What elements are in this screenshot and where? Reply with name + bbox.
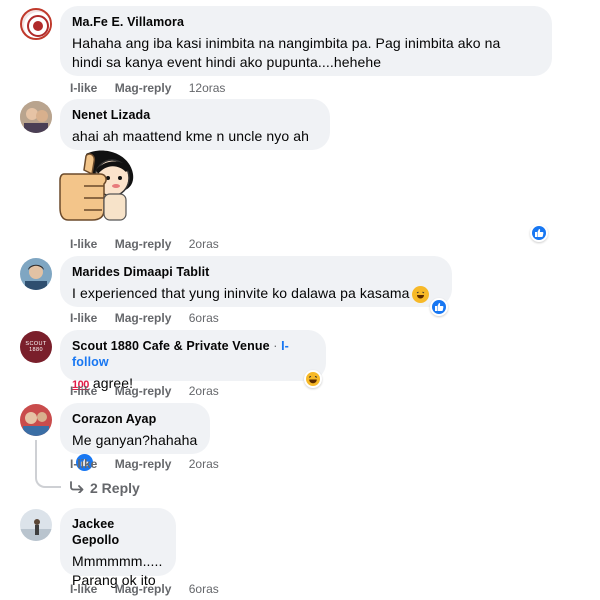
avatar-image — [20, 101, 52, 133]
comment-timestamp[interactable]: 2oras — [189, 237, 219, 251]
comment-bubble: Jackee Gepollo Mmmmmm..... Parang ok ito — [60, 508, 176, 588]
haha-reaction-icon[interactable] — [304, 370, 322, 388]
avatar[interactable] — [20, 509, 52, 541]
avatar-image — [20, 404, 52, 436]
comment-actions: I-like Mag-reply 12oras — [70, 80, 225, 96]
comment-text: I experienced that yung ininvite ko dala… — [72, 284, 440, 303]
like-button[interactable]: I-like — [70, 384, 97, 398]
thumbs-up-icon — [535, 229, 544, 237]
reply-button[interactable]: Mag-reply — [115, 311, 172, 325]
comment-text-line: Mmmmmm..... — [72, 553, 163, 569]
comment-bubble: Marides Dimaapi Tablit I experienced tha… — [60, 256, 452, 307]
like-reaction-icon[interactable] — [430, 298, 448, 316]
like-button[interactable]: I-like — [70, 81, 97, 95]
thread-connector — [35, 470, 61, 488]
comment-text-line: Hahaha ang iba kasi inimbita na nangimbi… — [72, 35, 501, 51]
comment-author[interactable]: Ma.Fe E. Villamora — [72, 14, 540, 30]
reply-arrow-icon — [70, 480, 84, 496]
comment-actions: I-like Mag-reply 6oras — [70, 581, 219, 597]
comment-author[interactable]: Scout 1880 Cafe & Private Venue — [72, 339, 270, 353]
avatar[interactable] — [20, 101, 52, 133]
comment-actions: I-like Mag-reply 2oras — [70, 383, 219, 399]
comment-timestamp[interactable]: 12oras — [189, 81, 226, 95]
comment-author-row: Scout 1880 Cafe & Private Venue · I-foll… — [72, 338, 314, 370]
comment-author[interactable]: Corazon Ayap — [72, 411, 198, 427]
separator-dot: · — [273, 339, 278, 353]
thumbs-up-sticker — [59, 150, 134, 221]
laughing-icon — [308, 375, 318, 384]
comment-text: Hahaha ang iba kasi inimbita na nangimbi… — [72, 34, 540, 72]
reply-button[interactable]: Mag-reply — [115, 457, 172, 471]
avatar[interactable] — [20, 8, 52, 40]
avatar-logo-text: 1880 — [29, 347, 43, 353]
comment-author[interactable]: Marides Dimaapi Tablit — [72, 264, 440, 280]
comment-author[interactable]: Jackee Gepollo — [72, 516, 164, 548]
like-button[interactable]: I-like — [70, 457, 97, 471]
comment-timestamp[interactable]: 2oras — [189, 384, 219, 398]
comment-timestamp[interactable]: 6oras — [189, 582, 219, 596]
like-reaction-icon[interactable] — [530, 224, 548, 242]
like-button[interactable]: I-like — [70, 311, 97, 325]
view-replies-label: 2 Reply — [90, 480, 140, 496]
comment-text-content: I experienced that yung ininvite ko dala… — [72, 285, 410, 301]
sticker — [56, 148, 140, 232]
comment-bubble: Corazon Ayap Me ganyan?hahaha — [60, 403, 210, 471]
reply-button[interactable]: Mag-reply — [115, 237, 172, 251]
comment-actions: I-like Mag-reply 2oras — [70, 236, 219, 252]
avatar-image — [20, 258, 52, 290]
comment-timestamp[interactable]: 2oras — [189, 457, 219, 471]
avatar-image — [24, 12, 50, 38]
comment-author[interactable]: Nenet Lizada — [72, 107, 318, 123]
reply-button[interactable]: Mag-reply — [115, 384, 172, 398]
view-replies-link[interactable]: 2 Reply — [70, 479, 140, 497]
reply-button[interactable]: Mag-reply — [115, 582, 172, 596]
avatar[interactable] — [20, 404, 52, 436]
thumbs-up-icon — [435, 303, 444, 311]
avatar[interactable] — [20, 258, 52, 290]
comment-text-content: Me ganyan?hahaha — [72, 432, 198, 448]
comment-text: ahai ah maattend kme n uncle nyo ah — [72, 128, 309, 144]
comment-text-line: hindi sa kanya event hindi ako pupunta..… — [72, 54, 382, 70]
comment-actions: I-like Mag-reply 6oras — [70, 310, 219, 326]
comment-timestamp[interactable]: 6oras — [189, 311, 219, 325]
comment-bubble: Ma.Fe E. Villamora Hahaha ang iba kasi i… — [60, 6, 552, 76]
reply-button[interactable]: Mag-reply — [115, 81, 172, 95]
comment-actions: I-like Mag-reply 2oras — [70, 456, 219, 472]
comment-bubble: Scout 1880 Cafe & Private Venue · I-foll… — [60, 330, 326, 391]
avatar[interactable]: SCOUT 1880 — [20, 331, 52, 363]
laughing-emoji-icon — [411, 286, 429, 303]
avatar-image — [20, 509, 52, 541]
like-button[interactable]: I-like — [70, 237, 97, 251]
comment-bubble: Nenet Lizada ahai ah maattend kme n uncl… — [60, 99, 330, 150]
like-button[interactable]: I-like — [70, 582, 97, 596]
